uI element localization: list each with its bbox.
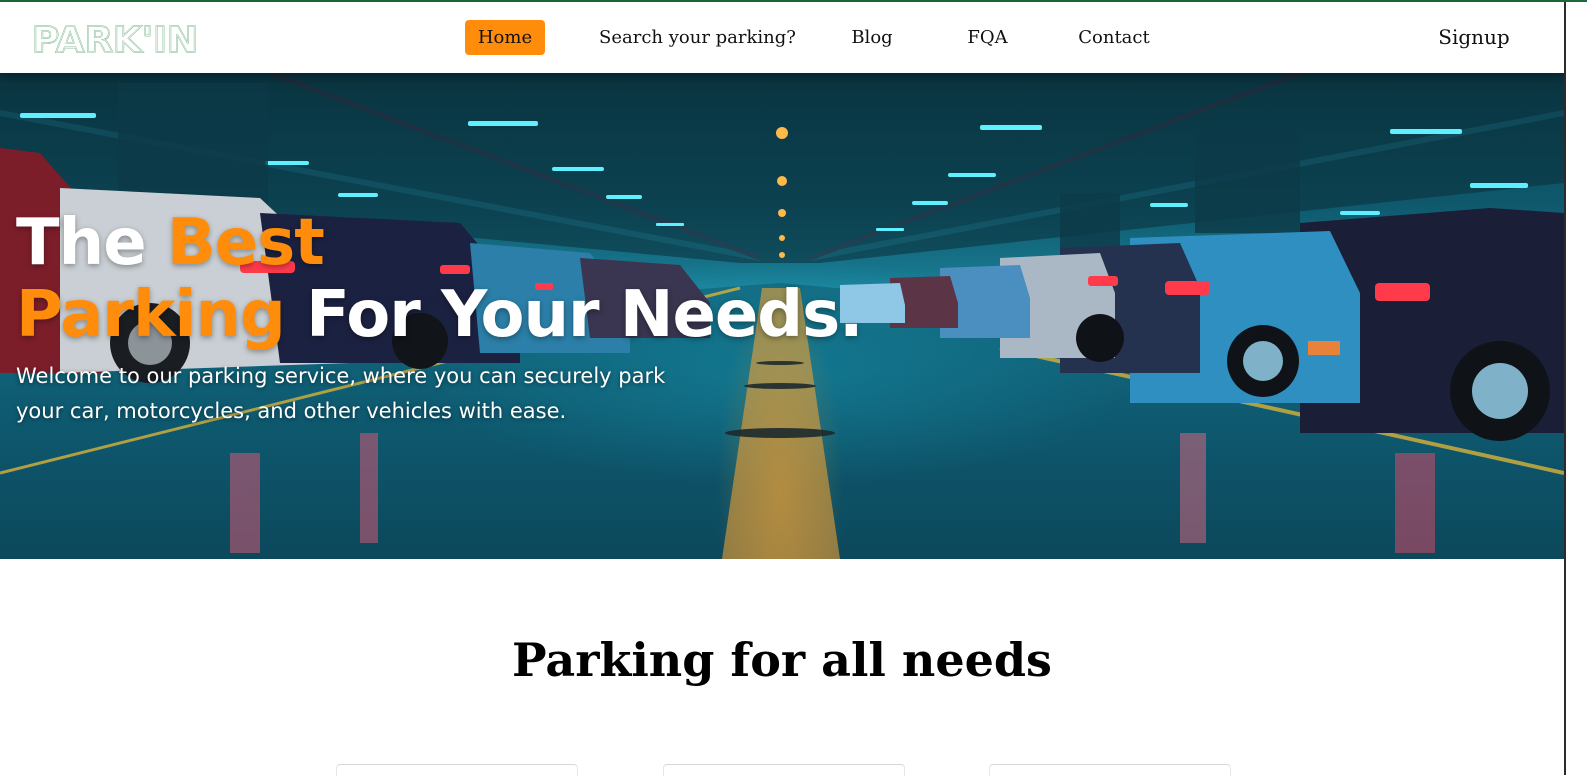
service-card[interactable] [989, 764, 1231, 776]
hero-title-part2: For Your Needs. [284, 278, 863, 352]
nav-search-parking-link[interactable]: Search your parking? [599, 20, 796, 55]
logo-icon: PARK'IN PARK'IN PARK'IN [31, 19, 198, 61]
hero-title-accent-best: Best [166, 206, 325, 280]
vertical-scrollbar[interactable] [1566, 2, 1587, 775]
navbar: PARK'IN PARK'IN PARK'IN Home Search your… [0, 2, 1566, 73]
hero-title-part1: The [16, 206, 167, 280]
hero-banner: The Best Parking For Your Needs. Welcome … [0, 73, 1564, 559]
logo-inner-stripe: PARK'IN [32, 20, 198, 57]
nav-blog-link[interactable]: Blog [845, 20, 899, 55]
nav-fqa-link[interactable]: FQA [960, 20, 1015, 55]
nav-home-link[interactable]: Home [465, 20, 545, 55]
service-card[interactable] [336, 764, 578, 776]
nav-contact-link[interactable]: Contact [1074, 20, 1154, 55]
hero-description: Welcome to our parking service, where yo… [16, 364, 666, 423]
section-title: Parking for all needs [512, 633, 1052, 687]
logo[interactable]: PARK'IN PARK'IN PARK'IN [31, 19, 200, 61]
service-card[interactable] [663, 764, 905, 776]
hero-title-accent-parking: Parking [16, 278, 286, 352]
hero-title: The Best Parking For Your Needs. [16, 206, 863, 352]
signup-link[interactable]: Signup [1436, 20, 1512, 55]
